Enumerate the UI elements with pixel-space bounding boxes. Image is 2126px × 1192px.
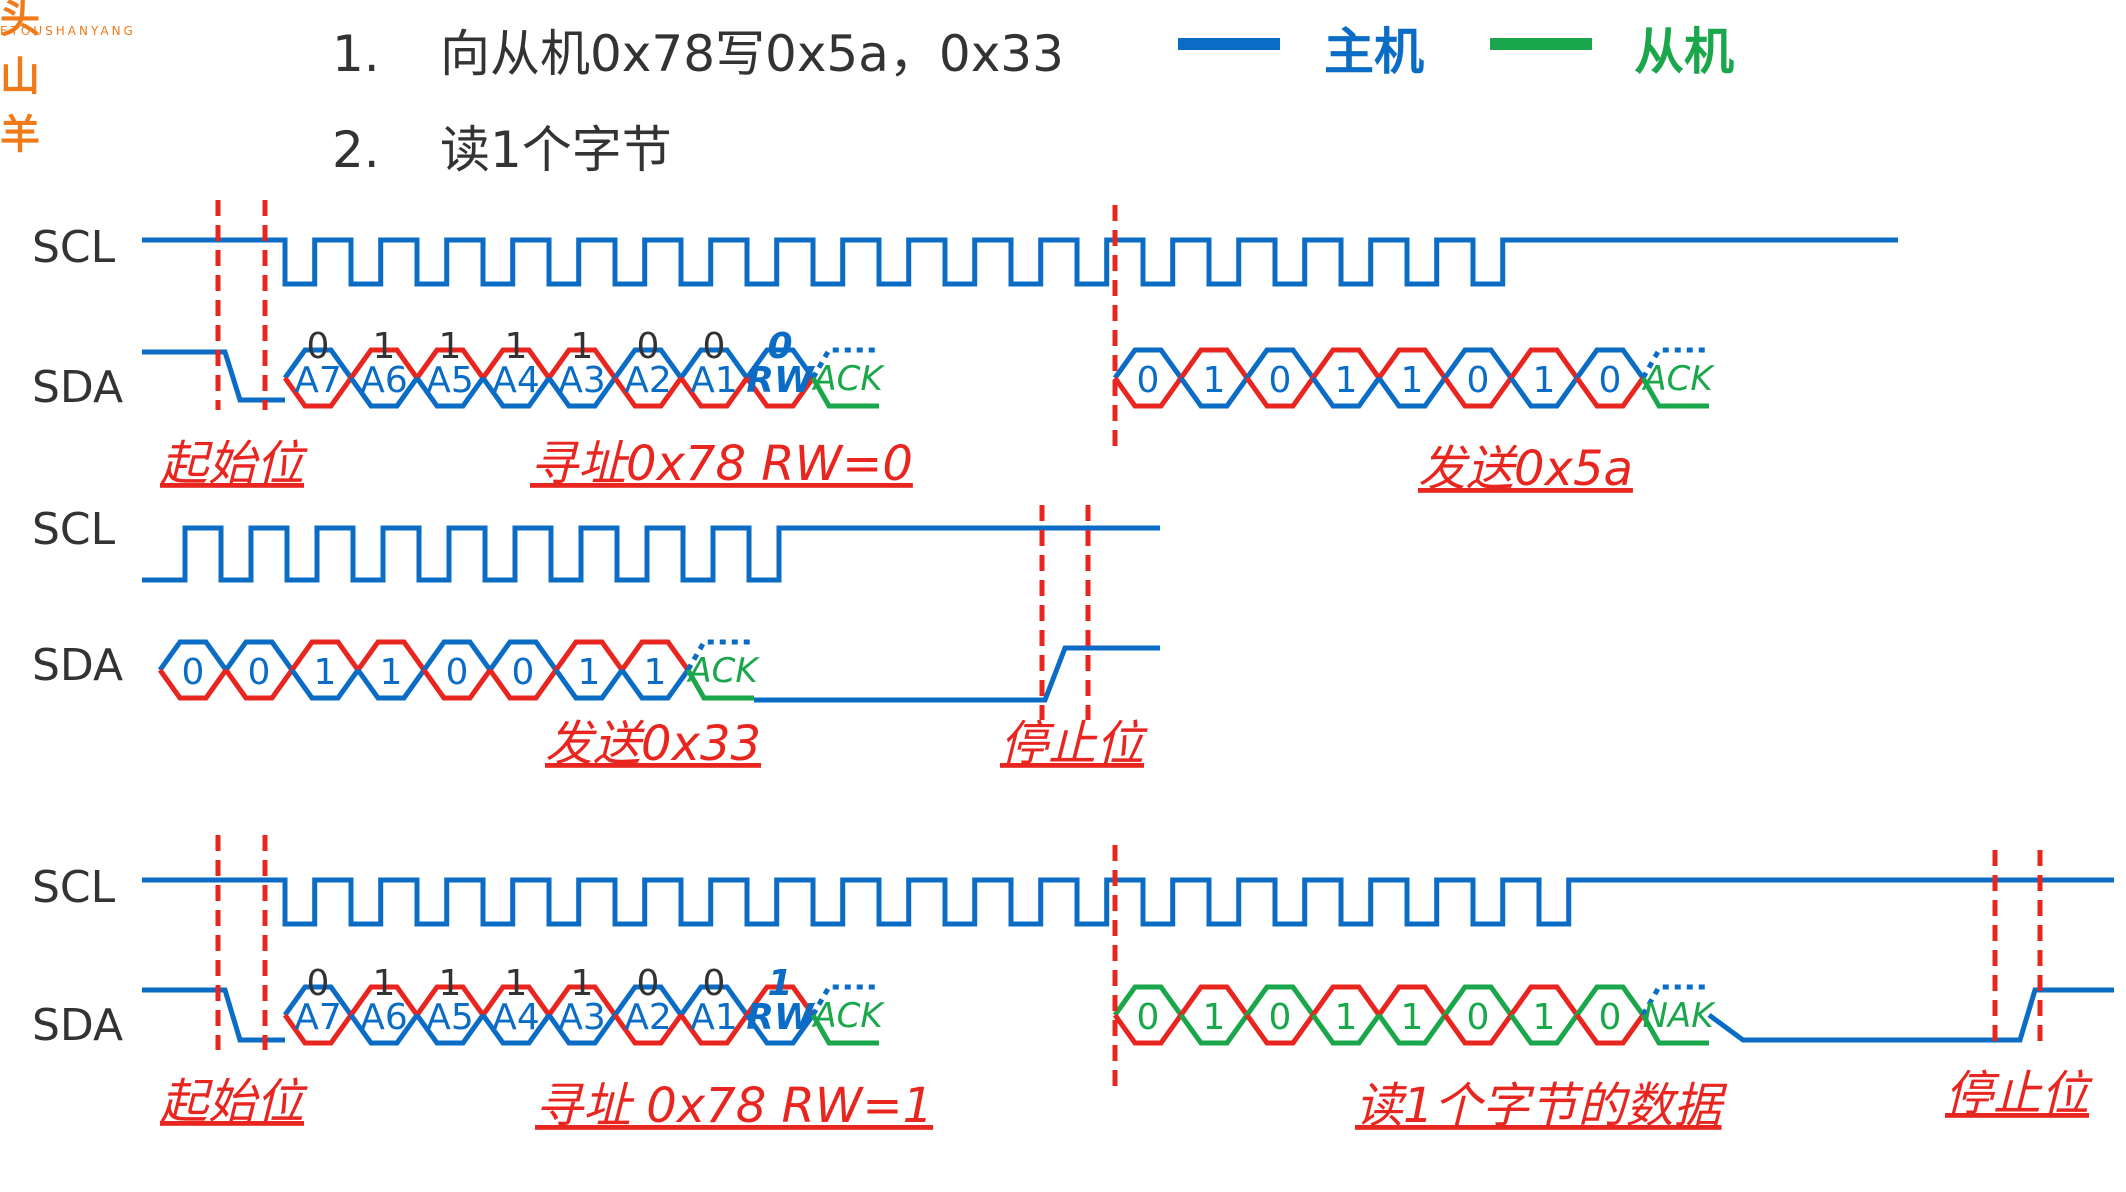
label-data-2: 发送0x33 (545, 716, 761, 772)
data3-bit-2-label: 0 (1269, 997, 1292, 1038)
data1-bit-7-label: 0 (1599, 360, 1622, 401)
sda-label-2: SDA (32, 640, 123, 691)
addr3-bit-2-bit: 1 (439, 963, 462, 1004)
data3-bit-6-label: 1 (1533, 997, 1556, 1038)
data1-bit-3-label: 1 (1335, 360, 1358, 401)
label-start-3: 起始位 (160, 1074, 308, 1130)
data3-bit-3-label: 1 (1335, 997, 1358, 1038)
data2-bit-7-label: 1 (644, 652, 667, 693)
nak3-label: NAK (1643, 996, 1717, 1036)
data2-bit-6-label: 1 (578, 652, 601, 693)
data2-bit-0-label: 0 (182, 652, 205, 693)
sda-stop-3 (1707, 987, 2114, 1043)
data3-bit-7-label: 0 (1599, 997, 1622, 1038)
addr3-bit-5-bit: 0 (637, 963, 660, 1004)
addr1-bit-7-bit: 0 (767, 326, 792, 367)
scl-wave-2 (142, 525, 1160, 583)
sda-label-1: SDA (32, 362, 123, 413)
addr3-bit-4-bit: 1 (571, 963, 594, 1004)
i2c-timing-diagram: SCLSDA A70A61A51A41A31A20A10RW0ACK 0 1 0 1 1 0 1… (32, 200, 2114, 1134)
data1-bit-5-label: 0 (1467, 360, 1490, 401)
data2-bit-3-label: 1 (380, 652, 403, 693)
scl-wave-1 (142, 237, 1898, 287)
scl-label-2: SCL (32, 504, 116, 555)
addr1-bit-3-bit: 1 (505, 326, 528, 367)
scl-label-1: SCL (32, 222, 116, 273)
ack3-label: ACK (811, 996, 885, 1036)
addr3-bit-3-bit: 1 (505, 963, 528, 1004)
data1-bit-6-label: 1 (1533, 360, 1556, 401)
data1-bit-0-label: 0 (1137, 360, 1160, 401)
data1-bit-2-label: 0 (1269, 360, 1292, 401)
data1-bit-1-label: 1 (1203, 360, 1226, 401)
data1-bit-4-label: 1 (1401, 360, 1424, 401)
addr1-bit-1-bit: 1 (373, 326, 396, 367)
label-data-1: 发送0x5a (1418, 441, 1633, 497)
addr1-bit-2-bit: 1 (439, 326, 462, 367)
data2-bit-1-label: 0 (248, 652, 271, 693)
scl-label-3: SCL (32, 862, 116, 913)
addr1-bit-4-bit: 1 (571, 326, 594, 367)
label-stop-3: 停止位 (1945, 1066, 2093, 1122)
addr1-bit-6-bit: 0 (703, 326, 726, 367)
addr1-bit-5-bit: 0 (637, 326, 660, 367)
data2-bit-4-label: 0 (446, 652, 469, 693)
scl-wave-3 (142, 877, 2114, 927)
label-data-3: 读1个字节的数据 (1355, 1078, 1728, 1134)
sda-label-3: SDA (32, 1000, 123, 1051)
data3-bit-5-label: 0 (1467, 997, 1490, 1038)
data2-bit-5-label: 0 (512, 652, 535, 693)
ack2-label: ACK (686, 651, 760, 691)
sda-stop-2 (754, 645, 1160, 703)
label-address-1: 寻址0x78 RW=0 (530, 436, 913, 492)
label-address-3: 寻址 0x78 RW=1 (535, 1078, 933, 1134)
data3-bit-0-label: 0 (1137, 997, 1160, 1038)
label-start-1: 起始位 (160, 436, 308, 492)
ack1a-label: ACK (811, 359, 885, 399)
addr3-bit-1-bit: 1 (373, 963, 396, 1004)
data3-bit-1-label: 1 (1203, 997, 1226, 1038)
data2-bit-2-label: 1 (314, 652, 337, 693)
data3-bit-4-label: 1 (1401, 997, 1424, 1038)
label-stop-2: 停止位 (1000, 716, 1148, 772)
addr3-bit-7-bit: 1 (767, 963, 792, 1004)
addr3-bit-6-bit: 0 (703, 963, 726, 1004)
addr1-bit-0-bit: 0 (307, 326, 330, 367)
addr3-bit-0-bit: 0 (307, 963, 330, 1004)
ack1b-label: ACK (1641, 359, 1715, 399)
